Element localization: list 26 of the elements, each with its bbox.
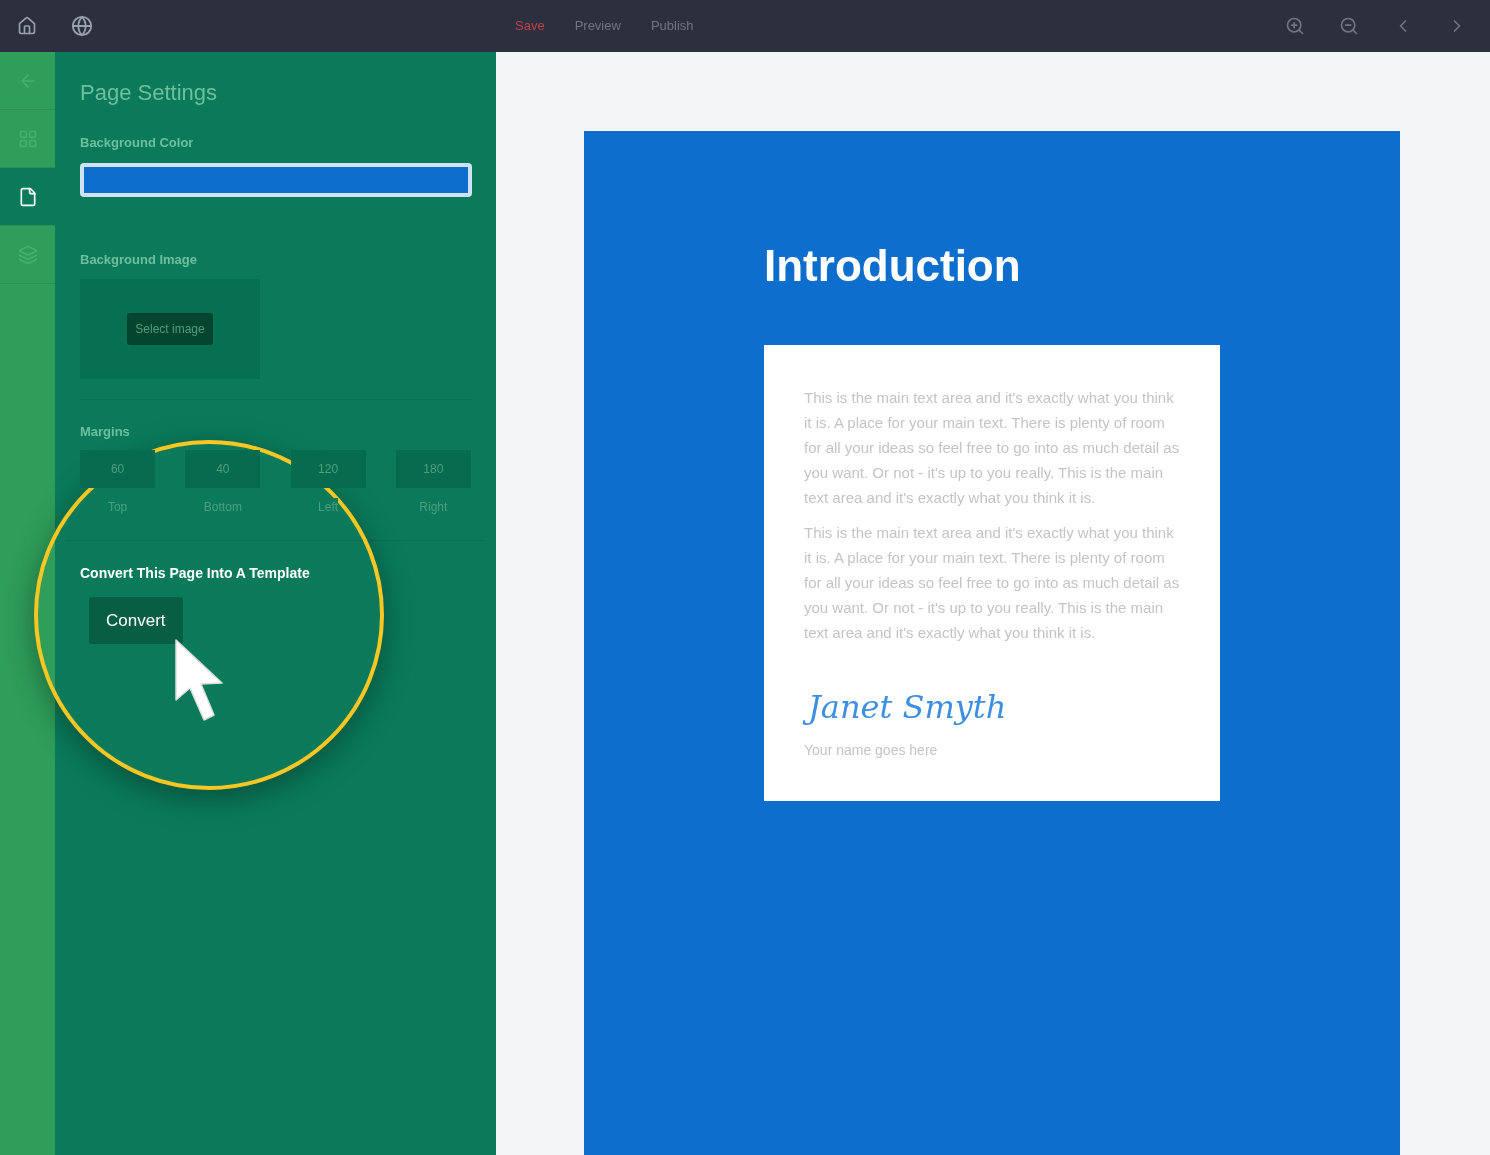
top-tab[interactable]: Save [515, 16, 545, 36]
field-label: Background Image [80, 250, 199, 269]
top-tab[interactable]: Preview [574, 16, 621, 36]
zoom-in-icon[interactable] [1285, 16, 1305, 36]
grid-icon [17, 128, 38, 149]
color-swatch[interactable] [80, 162, 472, 197]
layers-icon [17, 244, 38, 265]
convert-button[interactable]: Convert [89, 596, 183, 644]
field-label: Margins [80, 423, 130, 441]
field-label: Background Color [80, 134, 195, 152]
zoom-out-icon[interactable] [1339, 16, 1359, 36]
margin-field[interactable]: 60 [80, 449, 156, 488]
margin-field[interactable]: 40 [185, 449, 261, 488]
page-title: Introduction [764, 244, 1022, 288]
panel-title: Page Settings [80, 79, 218, 107]
globe-icon[interactable] [71, 15, 93, 37]
body-paragraph: This is the main text area and it's exactly what you think it is. A place for your main text. There is plenty of room for all your ideas so feel free to go into as much detail as you want. Or not - it's up to you really. This is the main text area and it's exactly what you think it is. [804, 523, 1180, 643]
home-icon[interactable] [17, 16, 37, 36]
select-image-button[interactable]: Select image [127, 313, 213, 345]
signature: Janet Smyth [804, 685, 1017, 730]
template-heading: Convert This Page Into A Template [80, 563, 311, 583]
margin-field[interactable]: 120 [290, 449, 366, 488]
body-paragraph: This is the main text area and it's exactly what you think it is. A place for your main text. There is plenty of room for all your ideas so feel free to go into as much detail as you want. Or not - it's up to you really. This is the main text area and it's exactly what you think it is. [804, 388, 1180, 508]
signature-caption: Your name goes here [804, 740, 939, 760]
top-tab[interactable]: Publish [650, 16, 694, 36]
margin-field[interactable]: 180 [395, 449, 471, 488]
